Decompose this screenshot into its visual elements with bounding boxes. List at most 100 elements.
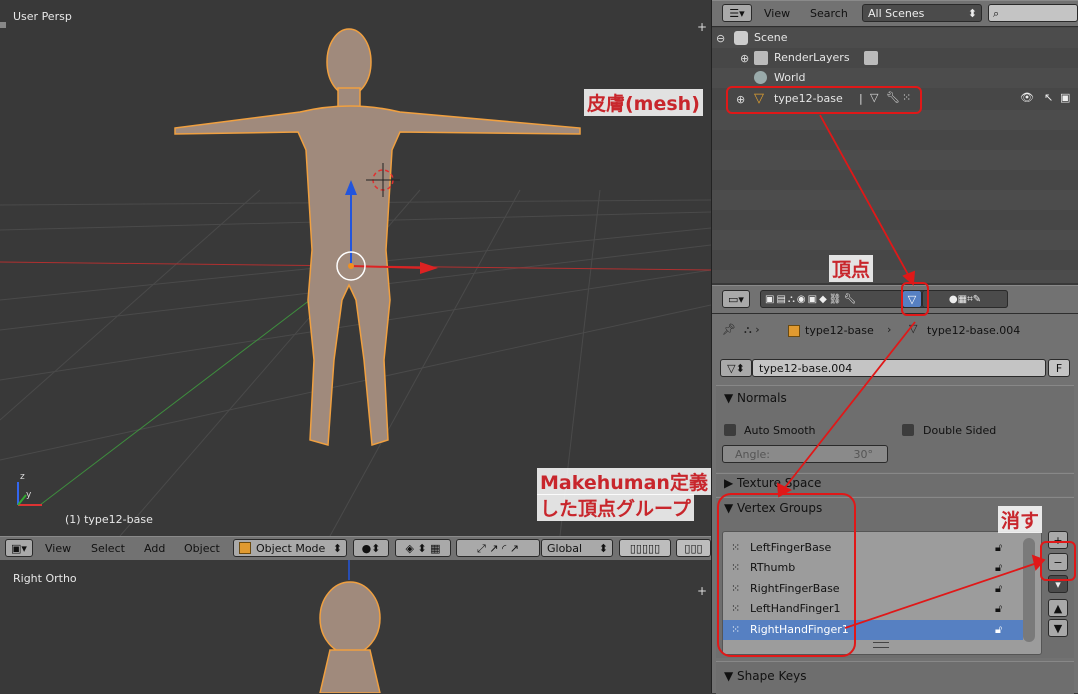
annotation-vertex: 頂点 [829,255,874,282]
resize-handle[interactable] [873,642,889,648]
active-object-label: (1) type12-base [65,513,153,526]
outliner-menu-search[interactable]: Search [810,5,848,23]
outliner-item-renderlayers: RenderLayers [774,51,850,64]
lock-icon[interactable]: 🔓︎ [995,620,1002,640]
cube-icon [239,542,251,554]
renderlayers-icon [754,51,768,65]
outliner-header: ☰▾ View Search All Scenes ⬍ ⌕ [712,0,1078,27]
pivot-snap-buttons[interactable]: ◈ ⬍ ▦ [395,539,451,557]
texture-space-panel-title[interactable]: ▶ Texture Space [724,476,821,490]
double-sided-label: Double Sided [923,424,997,437]
move-up-button[interactable]: ▲ [1048,599,1068,617]
shape-keys-panel-title[interactable]: ▼ Shape Keys [724,669,806,683]
fake-user-button[interactable]: F [1048,359,1070,377]
mesh-browse-button[interactable]: ▽⬍ [720,359,752,377]
context-tabs-2[interactable]: ●▦⌗✎ [922,290,1008,308]
outliner-empty-area [712,110,1078,283]
world-icon [754,71,767,84]
highlight-type12-base-row [726,86,922,114]
outliner-menu-view[interactable]: View [764,5,790,23]
highlight-data-tab [901,282,929,316]
layer-buttons[interactable]: ▯▯▯▯▯ [619,539,671,557]
breadcrumb-object: type12-base [805,324,874,337]
display-mode-select[interactable]: All Scenes ⬍ [862,4,982,22]
viewport-bottom-title: Right Ortho [13,572,77,585]
mode-select[interactable]: Object Mode ⬍ [233,539,347,557]
lock-icon[interactable]: 🔓︎ [995,579,1002,599]
lock-icon[interactable]: 🔓︎ [995,538,1002,558]
select-cursor-icon[interactable]: ↖ [1044,91,1053,104]
orientation-label: Global [547,542,583,555]
normals-title-text: Normals [737,391,787,405]
auto-smooth-label: Auto Smooth [744,424,816,437]
cube-icon [788,325,800,337]
shape-keys-title-text: Shape Keys [737,669,807,683]
camera-icon[interactable]: ▣ [1060,91,1070,104]
editor-type-button[interactable]: ▣▾ [5,539,33,557]
outliner-editor-type-button[interactable]: ☰▾ [722,4,752,22]
texture-space-title-text: Texture Space [737,476,822,490]
expand-icon[interactable]: ⊕ [740,52,749,65]
orientation-select[interactable]: Global ⬍ [541,539,613,557]
annotation-skin-mesh: 皮膚(mesh) [584,89,703,116]
highlight-remove-button [1040,541,1076,581]
mesh-name-field[interactable]: type12-base.004 [752,359,1046,377]
lock-icon[interactable]: 🔓︎ [995,599,1002,619]
outliner-search-input[interactable]: ⌕ [988,4,1078,22]
outliner-row[interactable]: ⊖ Scene [712,28,1078,48]
viewport-user-persp[interactable]: User Persp z y (1) type12-base + [0,0,711,536]
scene-breadcrumb-icon: ⛬ › [744,323,760,336]
auto-smooth-checkbox[interactable] [724,424,736,436]
viewport-right-ortho[interactable]: Right Ortho + [0,560,711,693]
angle-label: Angle: [735,448,771,461]
outliner-panel: ☰▾ View Search All Scenes ⬍ ⌕ ⊖ Scene ⊕ … [712,0,1078,283]
view3d-header: ▣▾ View Select Add Object Object Mode ⬍ … [0,536,711,561]
region-toggle-right-icon[interactable]: + [697,21,707,33]
outliner-row[interactable]: World [712,68,1078,88]
display-mode-label: All Scenes [868,7,925,20]
breadcrumb-arrow: › [887,323,892,336]
eye-icon[interactable]: 👁︎ [1020,91,1034,104]
outliner-item-scene: Scene [754,31,788,44]
human-mesh[interactable] [174,28,581,446]
normals-panel-title[interactable]: ▼ Normals [724,391,787,405]
annotation-makehuman-2: した頂点グループ [537,494,694,521]
move-down-button[interactable]: ▼ [1048,619,1068,637]
region-toggle-right-icon[interactable]: + [697,584,707,598]
lock-icon[interactable]: 🔓︎ [995,558,1002,578]
double-sided-checkbox[interactable] [902,424,914,436]
list-scrollbar[interactable] [1023,538,1035,642]
mesh-data-icon: ▽ [909,322,918,335]
y-axis-line [39,267,353,506]
properties-editor-type-button[interactable]: ▭▾ [722,290,750,308]
angle-field[interactable]: Angle: 30° [722,445,888,463]
scene-icon [734,31,748,45]
outliner-item-world: World [774,71,806,84]
menu-select[interactable]: Select [91,540,125,558]
viewport-scene [0,28,711,536]
pin-icon[interactable]: 📌︎ [722,323,736,336]
annotation-delete: 消す [998,506,1043,533]
updown-icon: ⬍ [332,542,342,555]
viewport-scene-bottom [319,560,381,693]
properties-header: ▭▾ ▣▤⛬◉▣◆⛓🔧︎ ▽ ●▦⌗✎ [712,285,1078,314]
region-toggle-left[interactable] [0,22,6,28]
outliner-row[interactable]: ⊕ RenderLayers [712,48,1078,68]
angle-value: 30° [853,448,874,461]
highlight-vertex-groups [717,493,856,657]
renderlayer-icon [864,51,878,65]
viewport-title: User Persp [13,10,72,23]
collapse-icon[interactable]: ⊖ [716,32,725,45]
menu-add[interactable]: Add [144,540,165,558]
layer-buttons-2[interactable]: ▯▯▯ [676,539,711,557]
gizmo-z-label: z [20,472,25,482]
human-mesh-side[interactable] [319,581,381,693]
menu-view[interactable]: View [45,540,71,558]
manipulator-buttons[interactable]: ⤢ ↗ ◜ ↗ [456,539,540,557]
annotation-makehuman-1: Makehuman定義 [537,468,711,495]
mode-label: Object Mode [256,542,326,555]
viewport-shading-button[interactable]: ●⬍ [353,539,389,557]
gizmo-y-label: y [26,490,32,500]
menu-object[interactable]: Object [184,540,220,558]
updown-icon: ⬍ [598,542,608,555]
